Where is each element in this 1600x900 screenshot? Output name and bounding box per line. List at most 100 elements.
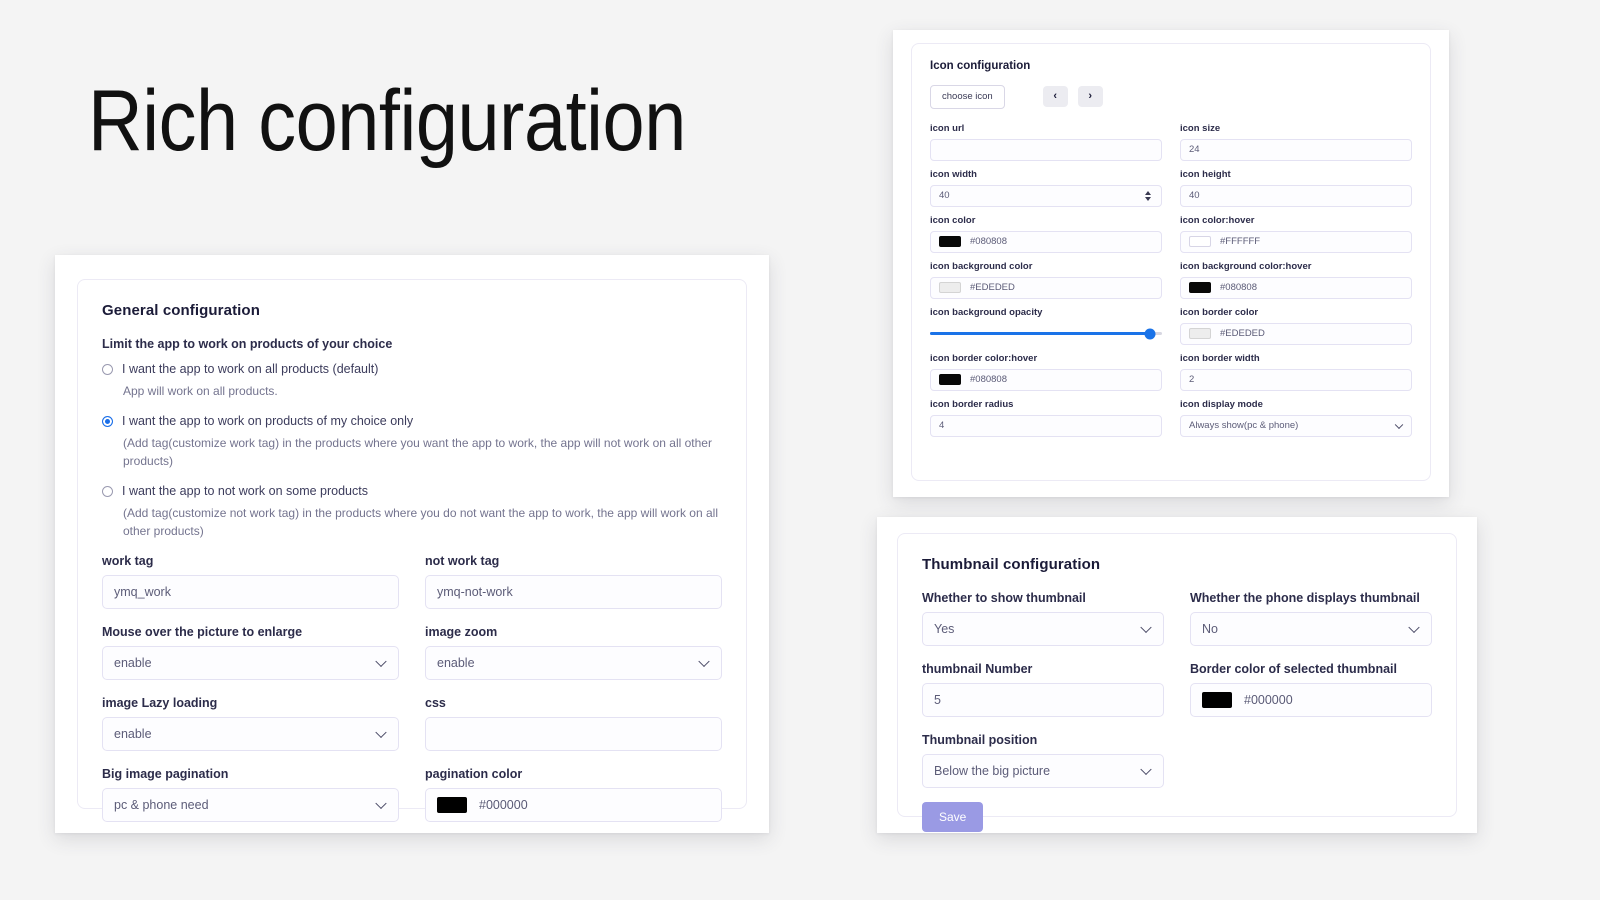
prev-icon-button[interactable]: ‹ — [1042, 86, 1068, 108]
icon-height-input[interactable]: 40 — [1180, 184, 1412, 207]
mouse-over-select[interactable]: enable — [102, 645, 399, 680]
color-swatch[interactable] — [437, 796, 467, 813]
field-not-work-tag: not work tag ymq-not-work — [425, 554, 722, 609]
show-thumbnail-select[interactable]: Yes — [922, 612, 1164, 646]
field-icon-url: icon url — [930, 123, 1162, 161]
radio-option-all-products[interactable]: I want the app to work on all products (… — [102, 362, 722, 376]
choose-icon-button[interactable]: choose icon — [930, 85, 1005, 109]
icon-background-color-hover-input[interactable]: #080808 — [1180, 276, 1412, 299]
page-title: Rich configuration — [88, 73, 686, 169]
icon-border-color-input[interactable]: #EDEDED — [1180, 322, 1412, 345]
icon-url-input[interactable] — [930, 138, 1162, 161]
field-label: icon border radius — [930, 398, 1014, 410]
field-icon-background-opacity: icon background opacity — [930, 307, 1162, 345]
color-value: #080808 — [970, 374, 1007, 385]
field-label: icon color:hover — [1180, 214, 1255, 226]
icon-background-color-input[interactable]: #EDEDED — [930, 276, 1162, 299]
number-spinner-icon[interactable] — [1145, 190, 1151, 201]
lazy-loading-select[interactable]: enable — [102, 716, 399, 751]
field-label: image Lazy loading — [102, 695, 218, 710]
icon-border-radius-input[interactable]: 4 — [930, 414, 1162, 437]
general-card-title: General configuration — [102, 302, 260, 319]
radio-label: I want the app to not work on some produ… — [122, 484, 368, 499]
field-label: icon color — [930, 214, 976, 226]
field-icon-width: icon width 40 — [930, 169, 1162, 207]
field-label: icon url — [930, 122, 965, 134]
field-thumbnail-position: Thumbnail position Below the big picture — [922, 733, 1164, 788]
radio-icon[interactable] — [102, 485, 113, 497]
color-swatch[interactable] — [1189, 328, 1211, 339]
field-label: icon border width — [1180, 352, 1260, 364]
field-label: icon size — [1180, 122, 1221, 134]
radio-option-not-work-some[interactable]: I want the app to not work on some produ… — [102, 484, 722, 498]
radio-icon-selected[interactable] — [102, 415, 113, 427]
save-button[interactable]: Save — [922, 802, 984, 832]
radio-help-text: App will work on all products. — [123, 384, 278, 398]
field-label: not work tag — [425, 553, 500, 568]
icon-display-mode-select[interactable]: Always show(pc & phone) — [1180, 414, 1412, 437]
field-show-thumbnail: Whether to show thumbnail Yes — [922, 591, 1164, 646]
field-work-tag: work tag ymq_work — [102, 554, 399, 609]
icon-width-value: 40 — [939, 190, 950, 201]
pagination-color-input[interactable]: #000000 — [425, 787, 722, 822]
radio-icon[interactable] — [102, 363, 113, 375]
field-label: icon border color:hover — [930, 352, 1038, 364]
radio-option-my-choice-only[interactable]: I want the app to work on products of my… — [102, 414, 722, 428]
icon-background-opacity-slider[interactable] — [930, 323, 1162, 345]
color-swatch[interactable] — [939, 282, 961, 293]
field-label: icon width — [930, 168, 977, 180]
selected-thumbnail-border-color-input[interactable]: #000000 — [1190, 683, 1432, 717]
icon-color-hover-input[interactable]: #FFFFFF — [1180, 230, 1412, 253]
phone-thumbnail-select[interactable]: No — [1190, 612, 1432, 646]
field-icon-border-color: icon border color #EDEDED — [1180, 307, 1412, 345]
field-label: work tag — [102, 553, 154, 568]
field-phone-displays-thumbnail: Whether the phone displays thumbnail No — [1190, 591, 1432, 646]
field-label: css — [425, 695, 446, 710]
field-thumbnail-number: thumbnail Number 5 — [922, 662, 1164, 717]
color-swatch[interactable] — [1189, 282, 1211, 293]
field-label: Mouse over the picture to enlarge — [102, 624, 303, 639]
field-css: css — [425, 696, 722, 751]
thumbnail-position-select[interactable]: Below the big picture — [922, 754, 1164, 788]
field-label: Thumbnail position — [922, 733, 1038, 747]
field-label: Border color of selected thumbnail — [1190, 662, 1397, 676]
field-label: icon height — [1180, 168, 1231, 180]
thumbnail-card-title: Thumbnail configuration — [922, 556, 1101, 573]
icon-width-input[interactable]: 40 — [930, 184, 1162, 207]
radio-label: I want the app to work on all products (… — [122, 362, 379, 376]
field-label: icon display mode — [1180, 398, 1263, 410]
slider-thumb[interactable] — [1144, 328, 1156, 339]
thumbnail-configuration-panel: Thumbnail configuration Whether to show … — [877, 517, 1477, 833]
general-configuration-card: General configuration Limit the app to w… — [77, 279, 747, 822]
field-label: thumbnail Number — [922, 662, 1033, 676]
field-icon-border-width: icon border width 2 — [1180, 353, 1412, 391]
field-label: icon border color — [1180, 306, 1259, 318]
thumbnail-number-input[interactable]: 5 — [922, 683, 1164, 717]
field-label: icon background color — [930, 260, 1033, 272]
icon-border-color-hover-input[interactable]: #080808 — [930, 368, 1162, 391]
color-swatch[interactable] — [1189, 236, 1211, 247]
field-icon-background-color-hover: icon background color:hover #080808 — [1180, 261, 1412, 299]
radio-label: I want the app to work on products of my… — [122, 414, 414, 429]
color-swatch[interactable] — [939, 374, 961, 385]
color-swatch[interactable] — [1202, 692, 1232, 708]
icon-color-input[interactable]: #080808 — [930, 230, 1162, 253]
css-textarea[interactable] — [425, 716, 722, 751]
image-zoom-select[interactable]: enable — [425, 645, 722, 680]
limit-app-label: Limit the app to work on products of you… — [102, 337, 393, 351]
work-tag-input[interactable]: ymq_work — [102, 574, 399, 609]
icon-card-title: Icon configuration — [930, 60, 1031, 72]
field-label: icon background color:hover — [1180, 260, 1312, 272]
field-image-lazy-loading: image Lazy loading enable — [102, 696, 399, 751]
slider-track[interactable] — [930, 328, 1162, 339]
field-pagination-color: pagination color #000000 — [425, 767, 722, 822]
field-icon-background-color: icon background color #EDEDED — [930, 261, 1162, 299]
not-work-tag-input[interactable]: ymq-not-work — [425, 574, 722, 609]
big-image-pagination-select[interactable]: pc & phone need — [102, 787, 399, 822]
icon-border-width-input[interactable]: 2 — [1180, 368, 1412, 391]
icon-size-input[interactable]: 24 — [1180, 138, 1412, 161]
color-swatch[interactable] — [939, 236, 961, 247]
next-icon-button[interactable]: › — [1077, 86, 1103, 108]
field-mouse-over-enlarge: Mouse over the picture to enlarge enable — [102, 625, 399, 680]
icon-configuration-card: Icon configuration choose icon ‹ › icon … — [911, 43, 1431, 481]
